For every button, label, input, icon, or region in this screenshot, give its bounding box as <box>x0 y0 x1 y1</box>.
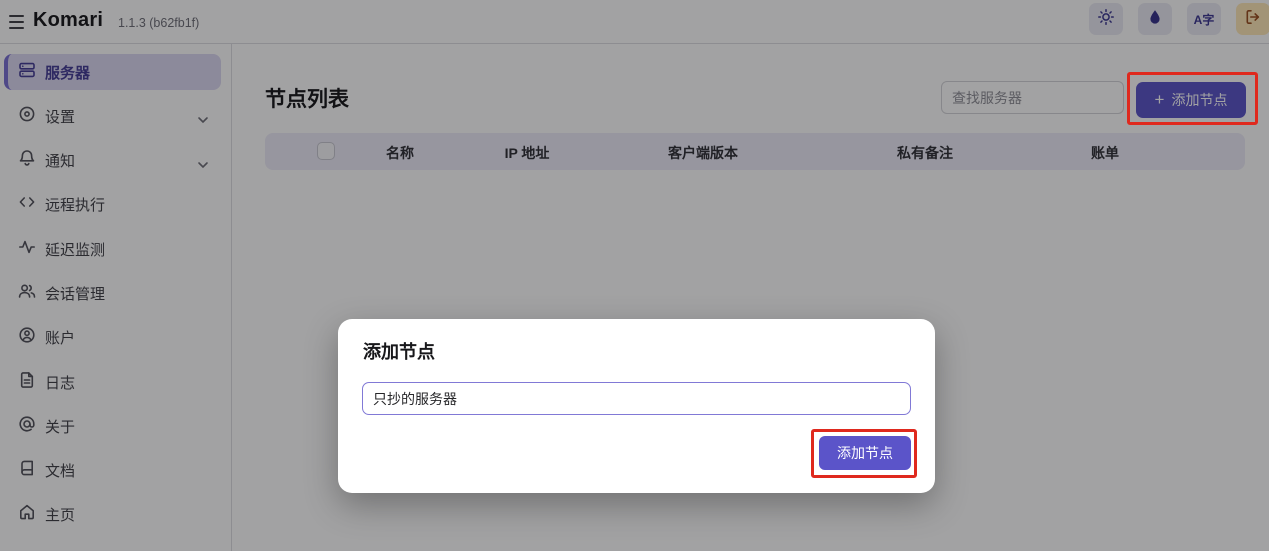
node-name-input[interactable] <box>362 382 911 415</box>
app-window: Komari 1.1.3 (b62fb1f) A字 <box>0 0 1269 551</box>
dialog-add-node-button[interactable]: 添加节点 <box>819 436 911 470</box>
dialog-title: 添加节点 <box>363 338 435 364</box>
add-node-dialog: 添加节点 添加节点 <box>338 319 935 493</box>
